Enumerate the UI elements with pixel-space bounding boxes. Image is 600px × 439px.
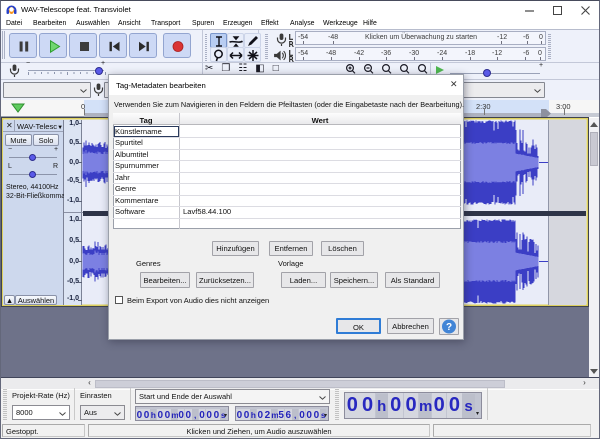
svg-text:?: ? [446, 322, 452, 333]
